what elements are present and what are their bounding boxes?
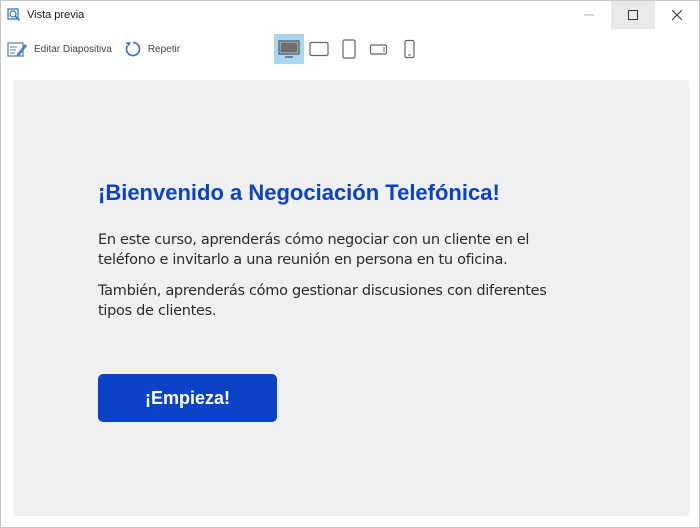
repeat-button[interactable]: Repetir xyxy=(124,31,180,67)
phone-portrait-icon xyxy=(404,39,415,59)
intro-paragraph: En este curso, aprenderás cómo negociar … xyxy=(98,232,530,268)
device-phone-portrait-button[interactable] xyxy=(394,34,424,64)
repeat-icon xyxy=(125,41,141,57)
edit-slide-label: Editar Diapositiva xyxy=(34,43,112,55)
toolbar: Editar Diapositiva Repetir xyxy=(1,31,699,67)
preview-search-icon xyxy=(7,8,21,22)
minimize-button[interactable] xyxy=(567,1,611,29)
phone-landscape-icon xyxy=(369,44,388,55)
slide-preview: ¡Bienvenido a Negociación Telefónica! En… xyxy=(13,80,689,516)
repeat-label: Repetir xyxy=(147,43,181,55)
device-tablet-landscape-button[interactable] xyxy=(304,34,334,64)
edit-slide-button[interactable]: Editar Diapositiva xyxy=(7,31,112,67)
preview-window: Vista previa Editar Diapositiva Repetir … xyxy=(0,0,700,528)
device-tablet-portrait-button[interactable] xyxy=(334,34,364,64)
minimize-icon xyxy=(584,14,594,16)
close-icon xyxy=(672,10,682,20)
desktop-icon xyxy=(278,40,300,58)
device-desktop-button[interactable] xyxy=(274,34,304,64)
start-button[interactable]: ¡Empieza! xyxy=(98,374,277,422)
edit-slide-icon xyxy=(7,42,27,57)
close-button[interactable] xyxy=(655,1,699,29)
secondary-paragraph: También, aprenderás cómo gestionar discu… xyxy=(98,283,547,319)
title-bar: Vista previa xyxy=(1,1,699,29)
device-selector xyxy=(274,33,424,65)
window-controls xyxy=(567,1,699,29)
tablet-portrait-icon xyxy=(342,39,356,59)
maximize-icon xyxy=(628,10,638,20)
device-phone-landscape-button[interactable] xyxy=(364,34,394,64)
tablet-landscape-icon xyxy=(309,41,329,57)
window-title: Vista previa xyxy=(27,9,85,21)
slide-heading: ¡Bienvenido a Negociación Telefónica! xyxy=(98,180,500,205)
maximize-button[interactable] xyxy=(611,1,655,29)
